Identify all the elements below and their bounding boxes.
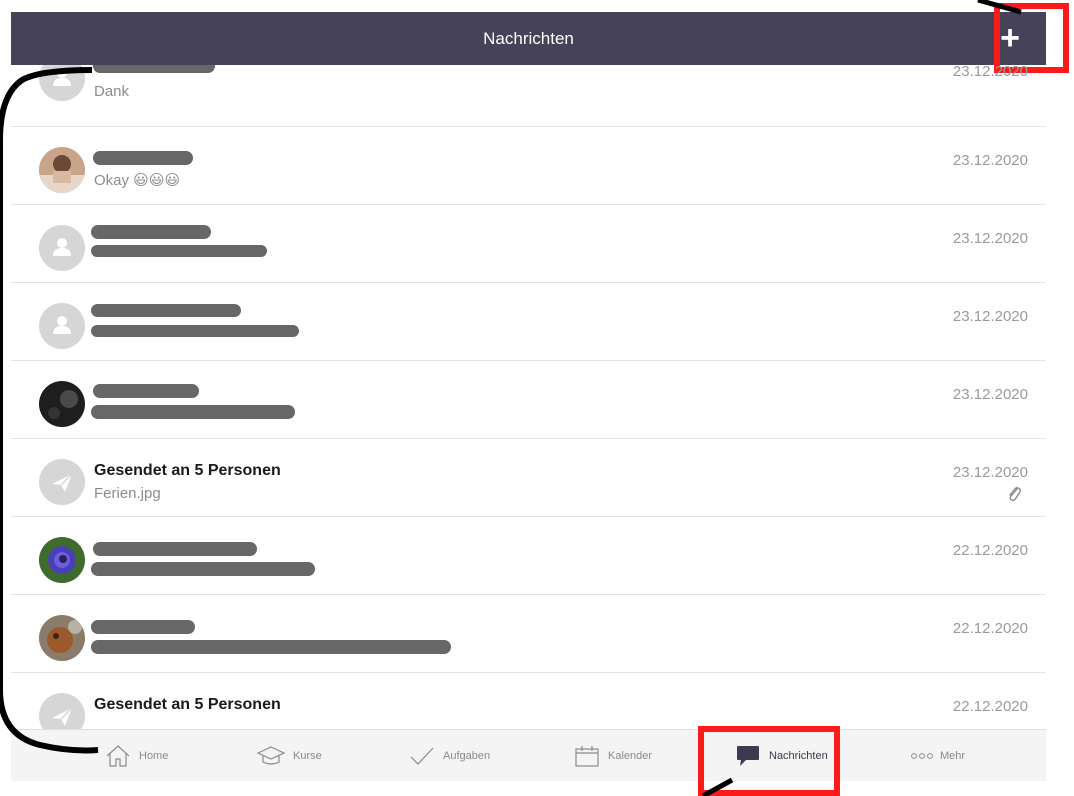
message-preview: Dank — [94, 83, 130, 100]
redacted-preview — [91, 325, 299, 337]
message-sender: Gesendet an 5 Personen — [94, 462, 281, 479]
annotation-line — [701, 777, 734, 796]
photo-avatar-child — [39, 147, 85, 193]
message-preview: Ferien.jpg — [94, 485, 161, 502]
nav-item-kalender[interactable]: Kalender — [574, 730, 652, 782]
nav-item-kurse[interactable]: Kurse — [257, 730, 322, 782]
message-date: 23.12.2020 — [952, 152, 1028, 169]
app-header: Nachrichten + — [11, 12, 1046, 65]
redacted-name — [93, 542, 257, 556]
calendar-icon — [575, 746, 599, 767]
page-title: Nachrichten — [483, 29, 574, 48]
bottom-nav: Home Kurse Aufgaben Kalender Nachrichten… — [11, 729, 1046, 781]
message-list: Dank 23.12.2020 Okay 😃😃😃 23.12.2020 23.1… — [11, 65, 1046, 729]
redacted-name — [93, 384, 199, 398]
chat-bubble-icon — [737, 746, 759, 766]
nav-label-nachrichten: Nachrichten — [769, 750, 828, 762]
redacted-preview — [91, 245, 267, 257]
nav-item-nachrichten[interactable]: Nachrichten — [735, 730, 828, 782]
message-sender: Gesendet an 5 Personen — [94, 696, 281, 713]
checkmark-icon — [410, 747, 434, 765]
message-date: 22.12.2020 — [952, 620, 1028, 637]
message-date: 23.12.2020 — [952, 386, 1028, 403]
new-message-button[interactable]: + — [974, 12, 1046, 65]
nav-label-home: Home — [139, 750, 169, 762]
message-row[interactable]: Gesendet an 5 Personen Ferien.jpg 23.12.… — [11, 439, 1046, 517]
message-row[interactable]: Dank 23.12.2020 — [11, 65, 1046, 127]
person-placeholder-icon — [39, 303, 85, 349]
send-icon — [39, 693, 85, 729]
photo-avatar-flower — [39, 537, 85, 583]
nav-item-mehr[interactable]: Mehr — [910, 730, 965, 782]
annotation-line — [977, 0, 1022, 15]
message-date: 23.12.2020 — [952, 308, 1028, 325]
redacted-preview — [91, 562, 315, 576]
message-row[interactable]: 22.12.2020 — [11, 517, 1046, 595]
message-date: 23.12.2020 — [952, 230, 1028, 247]
redacted-name — [93, 65, 215, 73]
nav-item-aufgaben[interactable]: Aufgaben — [409, 730, 490, 782]
redacted-name — [93, 151, 193, 165]
message-row[interactable]: Gesendet an 5 Personen 22.12.2020 — [11, 673, 1046, 729]
message-date: 23.12.2020 — [952, 464, 1028, 481]
message-date: 23.12.2020 — [952, 65, 1028, 80]
redacted-name — [91, 225, 211, 239]
redacted-preview — [91, 405, 295, 419]
nav-label-aufgaben: Aufgaben — [443, 750, 491, 762]
photo-avatar-dark — [39, 381, 85, 427]
nav-label-mehr: Mehr — [940, 750, 966, 762]
nav-label-kalender: Kalender — [608, 750, 653, 762]
home-icon — [106, 745, 130, 767]
message-preview: Okay 😃😃😃 — [94, 172, 181, 189]
person-placeholder-icon — [39, 225, 85, 271]
person-placeholder-icon — [39, 65, 85, 101]
message-date: 22.12.2020 — [952, 542, 1028, 559]
send-icon — [39, 459, 85, 505]
message-row[interactable]: 22.12.2020 — [11, 595, 1046, 673]
more-dots-icon — [911, 753, 933, 759]
message-row[interactable]: Okay 😃😃😃 23.12.2020 — [11, 127, 1046, 205]
graduation-cap-icon — [257, 746, 285, 765]
redacted-name — [91, 304, 241, 317]
message-row[interactable]: 23.12.2020 — [11, 205, 1046, 283]
nav-label-kurse: Kurse — [293, 750, 322, 762]
photo-avatar-animal — [39, 615, 85, 661]
message-row[interactable]: 23.12.2020 — [11, 283, 1046, 361]
redacted-name — [91, 620, 195, 634]
message-date: 22.12.2020 — [952, 698, 1028, 715]
nav-item-home[interactable]: Home — [105, 730, 168, 782]
redacted-preview — [91, 640, 451, 654]
message-row[interactable]: 23.12.2020 — [11, 361, 1046, 439]
paperclip-icon — [1009, 487, 1021, 501]
